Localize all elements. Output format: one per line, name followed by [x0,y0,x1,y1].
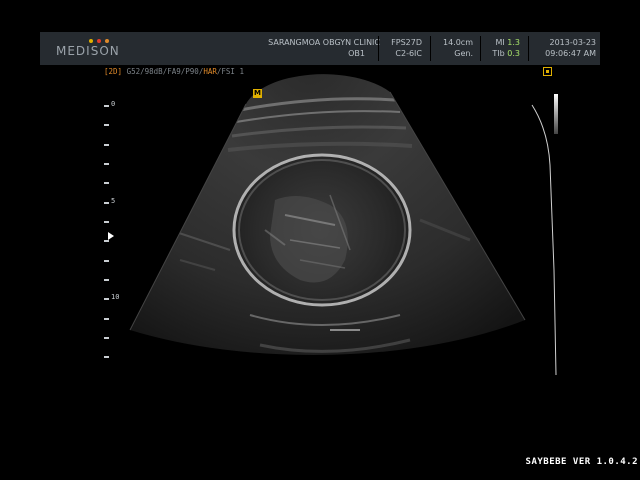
brand-dots [89,39,109,43]
depth-tick [104,337,109,339]
depth-tick [104,318,109,320]
freeze-indicator-icon [543,67,552,76]
depth-tick [104,298,109,300]
harmonic-label: HAR [203,67,217,76]
depth-scale: 0 5 10 [100,100,130,370]
depth-tick [104,105,109,107]
tib-value: 0.3 [507,49,520,58]
tgc-curve [531,104,557,376]
depth-tick [104,260,109,262]
mi-readout: MI 1.3 [486,38,520,48]
exam-date: 2013-03-23 [549,38,597,47]
orientation-marker: M [253,89,262,98]
depth-tick [104,124,109,126]
mi-value: 1.3 [507,38,520,47]
grayscale-bar [554,94,558,134]
params-settings: G52/98dB/FA9/P90/ [122,67,204,76]
tib-readout: TIb 0.3 [486,49,520,59]
depth-tick [104,279,109,281]
depth-value: 14.0cm [442,38,473,47]
depth-label-10: 10 [111,293,120,301]
header-bar: MEDISON SARANGMOA OBGYN CLINIC OB1 FPS27… [40,32,600,65]
fsi-label: /FSI 1 [216,67,244,76]
depth-tick [104,202,109,204]
depth-tick [104,240,109,242]
brand-logo: MEDISON [56,44,120,58]
mode-label: [2D] [104,67,123,76]
depth-label-0: 0 [111,100,116,108]
depth-tick [104,221,109,223]
depth-tick [104,356,109,358]
frequency-mode: Gen. [454,49,473,58]
depth-tick [104,182,109,184]
preset-name: OB1 [348,49,365,58]
depth-tick [104,163,109,165]
probe-name: C2-6IC [395,49,422,58]
version-label: SAYBEBE VER 1.0.4.2 [525,457,638,467]
fps-value: FPS27D [391,38,422,47]
focus-marker-icon[interactable] [108,232,114,240]
imaging-params: [2D] G52/98dB/FA9/P90/HAR/FSI 1 [104,67,244,76]
mi-label: MI [495,38,505,47]
exam-time: 09:06:47 AM [545,49,596,58]
depth-label-5: 5 [111,197,116,205]
tib-label: TIb [492,49,505,58]
depth-tick [104,144,109,146]
clinic-name: SARANGMOA OBGYN CLINIC [268,38,380,47]
